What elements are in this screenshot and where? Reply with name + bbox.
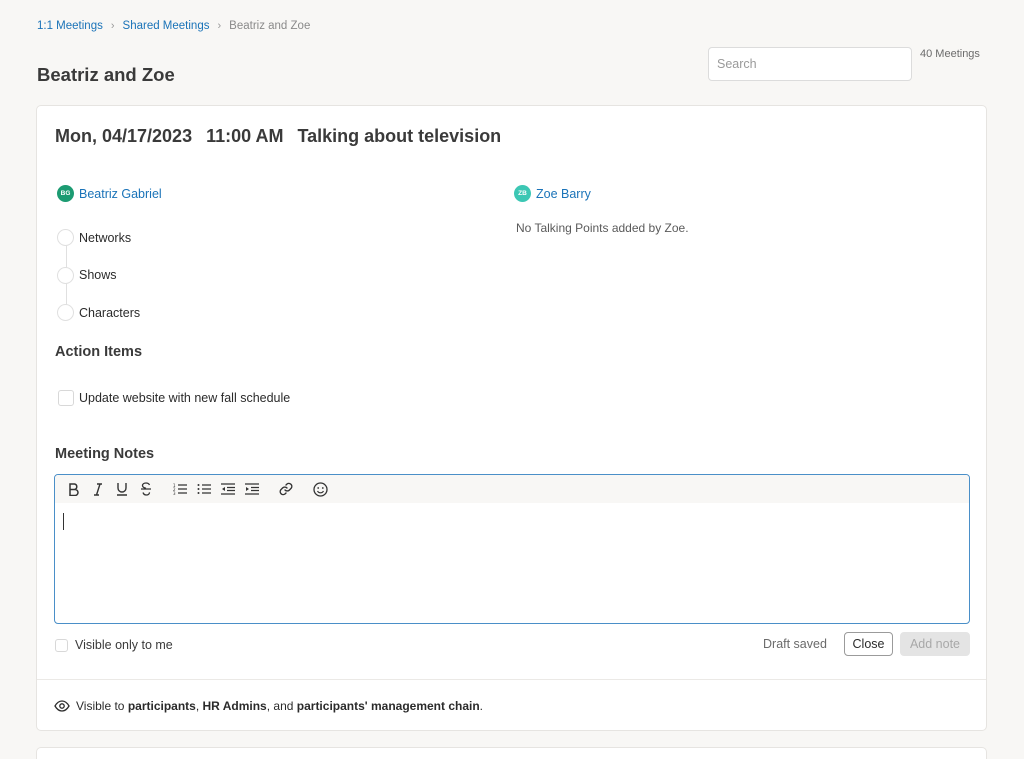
visibility-prefix: Visible to: [76, 698, 128, 713]
breadcrumb: 1:1 Meetings › Shared Meetings › Beatriz…: [37, 20, 310, 32]
underline-icon[interactable]: [112, 479, 132, 499]
eye-icon: [54, 699, 70, 712]
circle-checkbox-icon[interactable]: [57, 266, 74, 284]
chevron-right-icon: ›: [217, 20, 222, 32]
talking-points-list: Networks Shows Characters: [57, 219, 140, 332]
meeting-date: Mon, 04/17/2023: [55, 126, 193, 146]
talking-point-text: Networks: [79, 230, 132, 245]
add-note-button[interactable]: Add note: [900, 632, 970, 656]
visible-only-me-checkbox[interactable]: [55, 638, 68, 652]
breadcrumb-current: Beatriz and Zoe: [229, 20, 311, 32]
action-item[interactable]: Update website with new fall schedule: [58, 390, 290, 406]
visibility-participants: participants: [127, 698, 196, 713]
list-item[interactable]: Characters: [57, 294, 140, 332]
avatar: ZB: [514, 185, 531, 202]
action-item-text: Update website with new fall schedule: [79, 391, 291, 405]
meeting-title: Talking about television: [297, 126, 502, 146]
indent-icon[interactable]: [242, 479, 262, 499]
visible-only-me-toggle[interactable]: Visible only to me: [55, 638, 173, 652]
link-icon[interactable]: [276, 479, 296, 499]
circle-checkbox-icon[interactable]: [57, 229, 74, 247]
visibility-management-chain: participants' management chain: [296, 698, 480, 713]
participant-name[interactable]: Beatriz Gabriel: [79, 187, 162, 201]
notes-editor[interactable]: 123: [54, 474, 970, 624]
participant-name[interactable]: Zoe Barry: [536, 187, 591, 201]
italic-icon[interactable]: [88, 479, 108, 499]
participant-zoe[interactable]: ZB Zoe Barry: [514, 185, 591, 202]
talking-point-text: Characters: [79, 305, 141, 320]
bullet-list-icon[interactable]: [194, 479, 214, 499]
list-item[interactable]: Shows: [57, 257, 140, 295]
list-item[interactable]: Networks: [57, 219, 140, 257]
emoji-icon[interactable]: [310, 479, 330, 499]
action-item-checkbox[interactable]: [58, 390, 74, 406]
visibility-sep: , and: [266, 698, 297, 713]
chevron-right-icon: ›: [110, 20, 115, 32]
draft-status: Draft saved: [763, 637, 827, 651]
svg-text:3: 3: [173, 491, 176, 495]
meeting-notes-title: Meeting Notes: [55, 446, 155, 462]
visibility-hr-admins: HR Admins: [202, 698, 267, 713]
visible-only-me-label: Visible only to me: [75, 638, 173, 652]
text-cursor: [63, 513, 64, 530]
meeting-time: 11:00 AM: [206, 126, 284, 146]
page-title: Beatriz and Zoe: [37, 64, 175, 85]
circle-checkbox-icon[interactable]: [57, 304, 74, 322]
search-input[interactable]: [708, 47, 912, 81]
numbered-list-icon[interactable]: 123: [170, 479, 190, 499]
visibility-info: Visible to participants, HR Admins, and …: [37, 679, 986, 731]
talking-point-text: Shows: [79, 268, 117, 283]
action-items-title: Action Items: [55, 344, 143, 360]
avatar: BG: [57, 185, 74, 202]
outdent-icon[interactable]: [218, 479, 238, 499]
no-talking-points-message: No Talking Points added by Zoe.: [516, 221, 689, 235]
meeting-card: Mon, 04/17/2023 11:00 AM Talking about t…: [36, 105, 987, 731]
editor-toolbar: 123: [55, 475, 969, 503]
close-button[interactable]: Close: [844, 632, 893, 656]
strikethrough-icon[interactable]: [136, 479, 156, 499]
next-meeting-card: [36, 747, 987, 759]
breadcrumb-shared-meetings[interactable]: Shared Meetings: [123, 20, 210, 32]
breadcrumb-1on1-meetings[interactable]: 1:1 Meetings: [37, 20, 103, 32]
bold-icon[interactable]: [64, 479, 84, 499]
meeting-count: 40 Meetings: [920, 48, 980, 60]
visibility-suffix: .: [479, 698, 484, 713]
meeting-header: Mon, 04/17/2023 11:00 AM Talking about t…: [55, 126, 510, 147]
participant-beatriz[interactable]: BG Beatriz Gabriel: [57, 185, 162, 202]
visibility-sep: ,: [195, 698, 203, 713]
